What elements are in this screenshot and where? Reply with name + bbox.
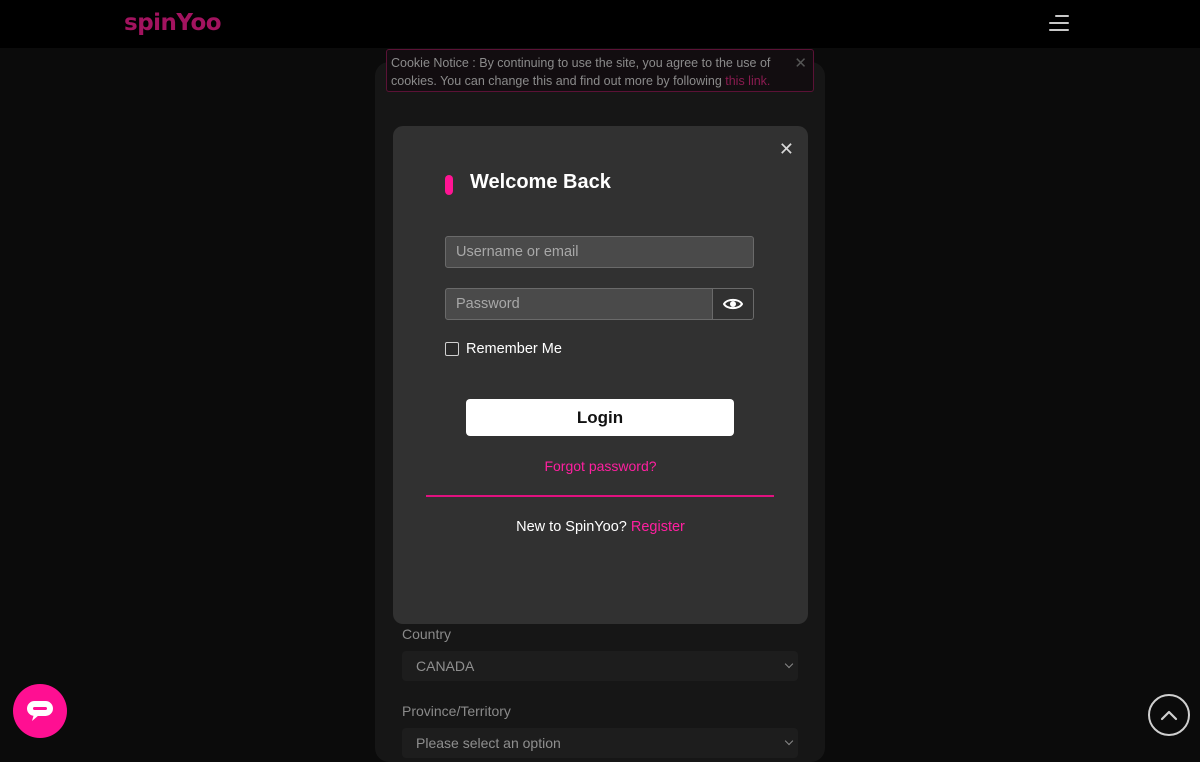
cookie-notice: Cookie Notice : By continuing to use the… xyxy=(386,49,814,92)
chat-bubble-icon xyxy=(27,701,53,721)
cookie-notice-text: Cookie Notice : By continuing to use the… xyxy=(391,56,771,88)
province-label: Province/Territory xyxy=(402,703,511,719)
top-navigation-bar: spinYoo xyxy=(0,0,1200,48)
login-button[interactable]: Login xyxy=(466,399,734,436)
remember-me-toggle[interactable]: Remember Me xyxy=(445,341,562,357)
divider xyxy=(426,495,774,497)
register-prompt-text: New to SpinYoo? xyxy=(516,519,627,535)
scroll-to-top-button[interactable] xyxy=(1148,694,1190,736)
country-select[interactable]: CANADA xyxy=(402,651,798,681)
close-icon[interactable]: ✕ xyxy=(779,138,794,160)
register-link[interactable]: Register xyxy=(631,519,685,535)
chat-button[interactable] xyxy=(13,684,67,738)
cookie-notice-link[interactable]: this link. xyxy=(725,74,770,88)
close-icon[interactable]: ✕ xyxy=(794,55,807,73)
province-select-value: Please select an option xyxy=(416,735,561,751)
password-input[interactable] xyxy=(445,288,713,320)
province-select[interactable]: Please select an option xyxy=(402,728,798,758)
remember-me-checkbox[interactable] xyxy=(445,342,459,356)
login-modal: ✕ Welcome Back Remember Me Login Forgot … xyxy=(393,126,808,624)
chevron-down-icon xyxy=(784,736,794,746)
remember-me-label: Remember Me xyxy=(466,341,562,357)
eye-icon xyxy=(723,298,743,310)
country-select-value: CANADA xyxy=(416,658,475,674)
forgot-password-link[interactable]: Forgot password? xyxy=(393,458,808,474)
username-input[interactable] xyxy=(445,236,754,268)
show-password-button[interactable] xyxy=(712,288,754,320)
spinyoo-logo[interactable]: spinYoo xyxy=(124,10,222,36)
hamburger-menu-icon[interactable] xyxy=(1047,14,1069,34)
modal-title: Welcome Back xyxy=(470,171,611,193)
chevron-up-icon xyxy=(1160,710,1178,721)
register-prompt: New to SpinYoo? Register xyxy=(393,519,808,535)
chevron-down-icon xyxy=(784,659,794,669)
title-accent-bar xyxy=(445,175,453,195)
country-label: Country xyxy=(402,626,452,642)
